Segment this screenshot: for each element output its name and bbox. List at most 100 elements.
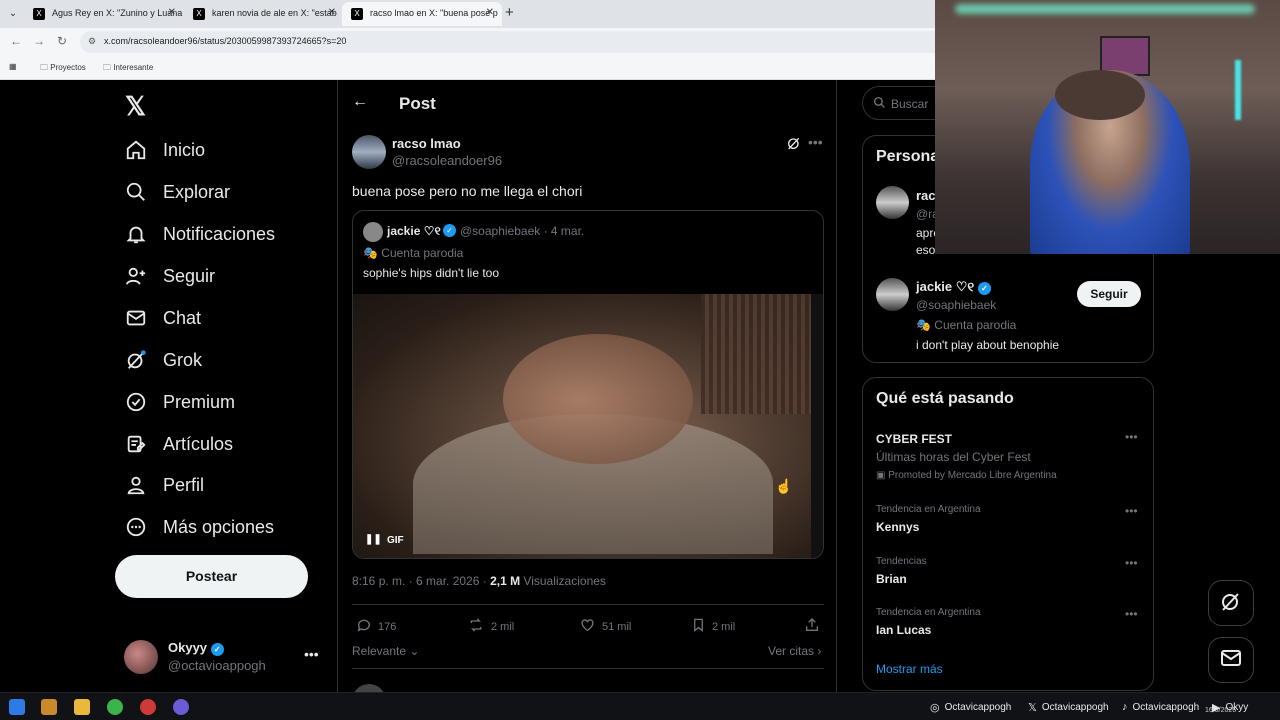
nav-item-grok[interactable]: Grok	[124, 342, 202, 378]
author-name[interactable]: racso lmao	[392, 136, 461, 151]
quoted-post[interactable]: jackie ♡୧ ✓ @soaphiebaek · 4 mar. 🎭 Cuen…	[352, 210, 824, 559]
chrome-icon[interactable]	[107, 699, 123, 715]
author-handle[interactable]: @racsoleandoer96	[392, 153, 502, 168]
grok-icon	[1219, 589, 1243, 618]
reply-avatar[interactable]	[352, 684, 386, 692]
browser-tab-active[interactable]: X racso lmao en X: "buena pose p ✕	[342, 2, 502, 26]
social-handle: 𝕏 Octavicappogh	[1028, 702, 1109, 714]
trend-name[interactable]: Ian Lucas	[876, 623, 931, 637]
obs-icon[interactable]	[140, 699, 156, 715]
close-tab-icon[interactable]: ✕	[486, 7, 494, 18]
messages-fab[interactable]	[1208, 637, 1254, 683]
file-explorer-icon[interactable]	[74, 699, 90, 715]
reply-button[interactable]: 176	[356, 617, 396, 636]
suggestion-bio: i don't play about benophie	[916, 338, 1060, 352]
suggestion-text: eso	[916, 243, 936, 257]
trend-context: Tendencia en Argentina	[876, 607, 981, 618]
webcam-overlay	[935, 0, 1280, 254]
more-circle-icon	[124, 515, 148, 539]
view-quotes-link[interactable]: Ver citas ›	[768, 644, 821, 658]
verified-icon	[124, 390, 148, 414]
page-title: Post	[399, 94, 436, 113]
nav-item-notificaciones[interactable]: Notificaciones	[124, 216, 275, 252]
more-dots-icon[interactable]: •••	[1125, 430, 1138, 444]
forward-arrow-icon[interactable]: →	[33, 34, 45, 48]
card-title: Qué está pasando	[876, 390, 1014, 407]
discord-icon[interactable]	[173, 699, 189, 715]
show-more-link[interactable]: Mostrar más	[876, 662, 943, 676]
more-dots-icon[interactable]: •••	[1125, 504, 1138, 518]
trend-context: Tendencias	[876, 556, 927, 567]
gif-media[interactable]: ❚❚ GIF	[353, 294, 823, 558]
back-arrow-icon[interactable]: ←	[352, 93, 368, 111]
parody-mask-icon: 🎭	[363, 246, 378, 260]
trend-name[interactable]: CYBER FEST	[876, 432, 952, 446]
chevron-right-icon: ›	[817, 644, 822, 658]
close-tab-icon[interactable]: ✕	[328, 7, 336, 18]
more-dots-icon[interactable]: •••	[808, 134, 823, 150]
bookmark-folder[interactable]: 🗀 Proyectos	[40, 62, 86, 76]
more-dots-icon[interactable]: •••	[1125, 607, 1138, 621]
divider	[352, 668, 824, 669]
quoted-avatar	[363, 222, 383, 242]
grok-explain-icon[interactable]	[786, 135, 802, 156]
tab-search-button[interactable]: ⌄	[4, 5, 22, 23]
trend-name[interactable]: Brian	[876, 572, 907, 586]
sort-dropdown[interactable]: Relevante ⌄	[352, 644, 419, 658]
media-player-icon[interactable]	[41, 699, 57, 715]
browser-tab[interactable]: X Agus Rey en X: "Zunino y Luana ✕	[24, 2, 184, 26]
x-logo-icon[interactable]: 𝕏	[125, 91, 146, 122]
parody-label: Cuenta parodia	[381, 246, 464, 260]
post-detail-column: ← Post racso lmao @racsoleandoer96 ••• b…	[337, 80, 837, 692]
avatar[interactable]	[876, 278, 909, 311]
search-icon	[124, 180, 148, 204]
author-avatar[interactable]	[352, 135, 386, 169]
back-arrow-icon[interactable]: ←	[10, 34, 22, 48]
x-icon: 𝕏	[1028, 702, 1037, 714]
share-button[interactable]	[804, 617, 826, 636]
verified-badge-icon: ✓	[210, 643, 224, 656]
close-tab-icon[interactable]: ✕	[168, 7, 176, 18]
quoted-text: sophie's hips didn't lie too	[363, 266, 500, 280]
bookmark-folder[interactable]: 🗀 Interesante	[103, 62, 153, 76]
nav-item-mas-opciones[interactable]: Más opciones	[124, 509, 274, 545]
windows-start-icon[interactable]	[9, 699, 25, 715]
nav-item-articulos[interactable]: Artículos	[124, 426, 233, 462]
reload-icon[interactable]: ↻	[57, 34, 67, 48]
taskbar-date: 16/3/2026	[1205, 707, 1237, 714]
like-button[interactable]: 51 mil	[579, 617, 631, 636]
nav-item-explorar[interactable]: Explorar	[124, 174, 230, 210]
quoted-author-name: jackie ♡୧	[387, 224, 441, 238]
nav-item-perfil[interactable]: Perfil	[124, 467, 204, 503]
suggestion-name[interactable]: rac	[916, 188, 936, 203]
social-handle: ♪ Octavicappogh	[1122, 701, 1200, 713]
nav-item-chat[interactable]: Chat	[124, 300, 201, 336]
quoted-handle-time: @soaphiebaek · 4 mar.	[460, 224, 585, 238]
post-button[interactable]: Postear	[115, 555, 308, 598]
trend-name[interactable]: Kennys	[876, 520, 919, 534]
card-title: Persona	[876, 148, 940, 165]
avatar[interactable]	[876, 186, 909, 219]
reply-icon	[356, 617, 372, 636]
grok-icon	[124, 348, 148, 372]
follow-button[interactable]: Seguir	[1077, 281, 1141, 307]
bookmark-button[interactable]: 2 mil	[691, 617, 735, 636]
account-switcher[interactable]: Okyyy ✓ @octavioappogh •••	[124, 638, 324, 678]
post-timestamp-views: 8:16 p. m. · 6 mar. 2026 · 2,1 M Visuali…	[352, 574, 606, 588]
repost-button[interactable]: 2 mil	[467, 617, 514, 636]
apps-grid-icon[interactable]: ▦	[9, 62, 17, 71]
pause-icon[interactable]: ❚❚	[365, 534, 382, 545]
browser-tab[interactable]: X karen novia de ale en X: "estab ✕	[184, 2, 344, 26]
nav-item-premium[interactable]: Premium	[124, 384, 235, 420]
share-icon	[804, 617, 820, 636]
site-info-icon[interactable]: ⚙	[88, 36, 96, 47]
more-dots-icon[interactable]: •••	[1125, 556, 1138, 570]
grok-fab[interactable]	[1208, 580, 1254, 626]
account-handle: @octavioappogh	[168, 658, 266, 673]
mail-icon	[1219, 646, 1243, 675]
new-tab-button[interactable]: +	[505, 4, 514, 21]
more-dots-icon[interactable]: •••	[304, 646, 319, 662]
suggestion-name: jackie ♡୧	[916, 279, 975, 294]
nav-item-inicio[interactable]: Inicio	[124, 132, 205, 168]
nav-item-seguir[interactable]: Seguir	[124, 258, 215, 294]
